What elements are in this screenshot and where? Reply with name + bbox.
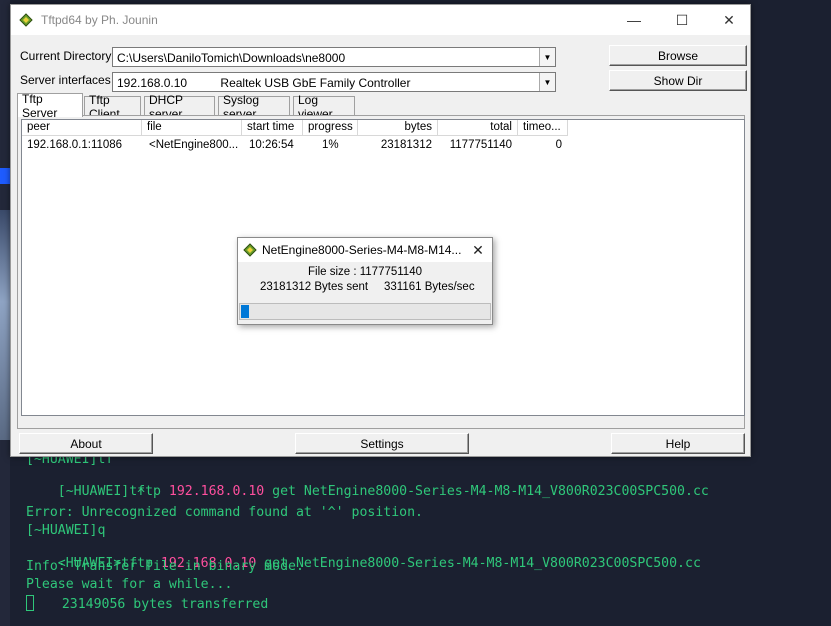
minimize-button[interactable]: —: [611, 5, 657, 35]
current-directory-combo[interactable]: C:\Users\DaniloTomich\Downloads\ne8000 ▼: [112, 47, 556, 67]
desktop-wallpaper: [0, 210, 10, 440]
desktop-accent: [0, 168, 10, 184]
terminal-line: [~HUAWEI]q: [26, 523, 106, 538]
terminal-line: ^: [26, 487, 146, 502]
file-size-text: File size : 1177751140: [307, 266, 422, 278]
terminal-line: 23149056 bytes transferred: [26, 595, 268, 612]
chevron-down-icon[interactable]: ▼: [539, 48, 555, 66]
server-interfaces-combo[interactable]: 192.168.0.10 Realtek USB GbE Family Cont…: [112, 72, 556, 92]
cell-progress: 1%: [322, 139, 339, 151]
desktop-strip: [0, 0, 10, 626]
terminal-line: Info: Transfer file in binary mode.: [26, 559, 304, 574]
terminal-cursor: [26, 595, 34, 611]
column-header[interactable]: start time: [242, 120, 303, 136]
maximize-button[interactable]: ☐: [659, 5, 705, 35]
current-directory-label: Current Directory: [20, 49, 112, 63]
close-button[interactable]: ✕: [706, 5, 752, 35]
column-header[interactable]: timeo...: [518, 120, 568, 136]
tab-log-viewer[interactable]: Log viewer: [293, 93, 355, 121]
server-interfaces-label: Server interfaces: [20, 73, 111, 87]
terminal-ip: 192.168.0.10: [168, 484, 265, 499]
title-bar[interactable]: Tftpd64 by Ph. Jounin — ☐ ✕: [11, 5, 750, 35]
transfer-rate-text: 331161 Bytes/sec: [384, 281, 475, 293]
tab-syslog-server[interactable]: Syslog server: [218, 93, 290, 121]
show-dir-button[interactable]: Show Dir: [609, 70, 747, 91]
column-header[interactable]: bytes: [358, 120, 438, 136]
column-header[interactable]: file: [142, 120, 242, 136]
chevron-down-icon[interactable]: ▼: [539, 73, 555, 91]
tftpd-icon: [19, 13, 33, 27]
tftpd-window: Tftpd64 by Ph. Jounin — ☐ ✕ Current Dire…: [10, 4, 751, 457]
dialog-title-bar[interactable]: NetEngine8000-Series-M4-M8-M14... ✕: [238, 238, 492, 262]
terminal-suffix: get NetEngine8000-Series-M4-M8-M14_V800R…: [256, 556, 701, 571]
current-directory-value: C:\Users\DaniloTomich\Downloads\ne8000: [117, 51, 346, 65]
cell-bytes: 23181312: [380, 139, 432, 151]
column-header[interactable]: total: [438, 120, 518, 136]
bytes-sent-text: 23181312 Bytes sent: [260, 281, 369, 293]
window-title: Tftpd64 by Ph. Jounin: [41, 13, 158, 27]
cell-peer: 192.168.0.1:11086: [27, 139, 123, 151]
cell-timeout: 0: [555, 139, 562, 151]
terminal-line: Error: Unrecognized command found at '^'…: [26, 505, 423, 520]
tftpd-icon: [243, 243, 257, 257]
dialog-title: NetEngine8000-Series-M4-M8-M14...: [262, 243, 462, 257]
column-header[interactable]: peer: [22, 120, 142, 136]
server-interfaces-value: 192.168.0.10 Realtek USB GbE Family Cont…: [117, 76, 411, 90]
about-button[interactable]: About: [19, 433, 153, 454]
cell-total: 1177751140: [449, 139, 512, 151]
progress-bar: [239, 303, 491, 320]
settings-button[interactable]: Settings: [295, 433, 469, 454]
cell-start-time: 10:26:54: [249, 139, 294, 151]
progress-bar-fill: [241, 305, 249, 318]
tab-tftp-server[interactable]: Tftp Server: [17, 92, 83, 120]
transfer-progress-dialog: NetEngine8000-Series-M4-M8-M14... ✕ File…: [237, 237, 493, 325]
terminal-line: Please wait for a while...: [26, 577, 233, 592]
help-button[interactable]: Help: [611, 433, 745, 454]
column-header[interactable]: progress: [303, 120, 358, 136]
terminal-progress: 23149056 bytes transferred: [61, 597, 269, 612]
tab-dhcp-server[interactable]: DHCP server: [144, 93, 215, 121]
browse-button[interactable]: Browse: [609, 45, 747, 66]
terminal-suffix: get NetEngine8000-Series-M4-M8-M14_V800R…: [264, 484, 709, 499]
cell-file: <NetEngine800...: [149, 139, 239, 151]
tab-tftp-client[interactable]: Tftp Client: [84, 93, 141, 121]
dialog-close-button[interactable]: ✕: [468, 240, 488, 260]
